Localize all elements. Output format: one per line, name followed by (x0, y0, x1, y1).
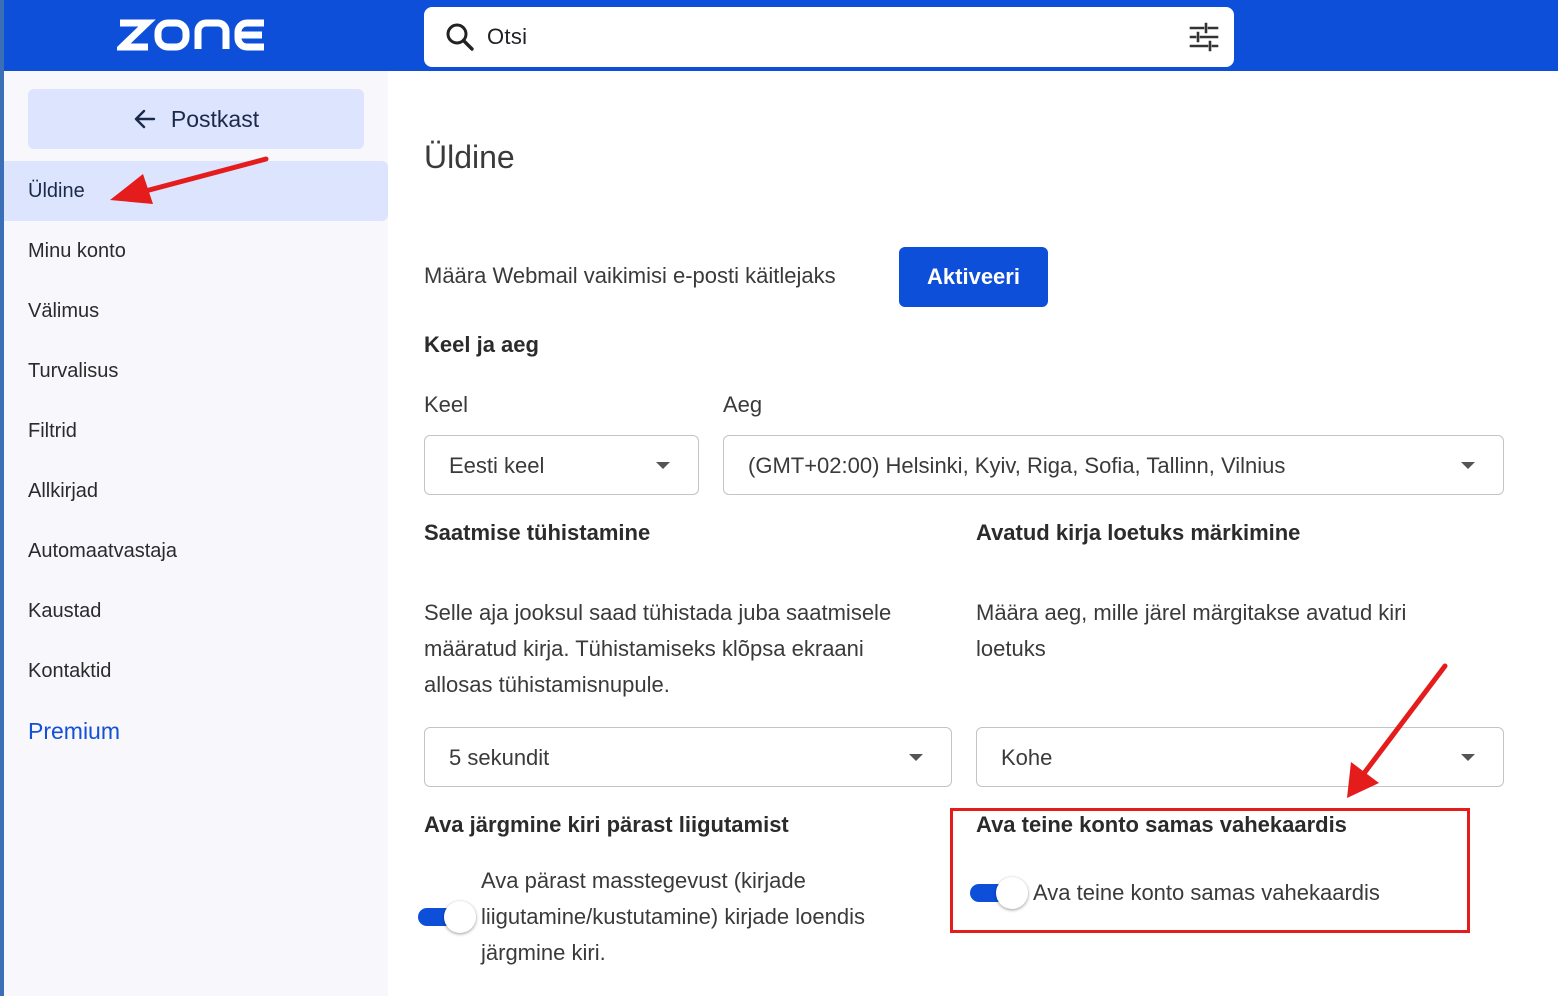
settings-sidebar: Postkast Üldine Minu konto Välimus Turva… (4, 71, 388, 996)
sidebar-item-general[interactable]: Üldine (4, 161, 388, 221)
sidebar-item-premium[interactable]: Premium (4, 701, 388, 761)
section-title-language-time: Keel ja aeg (424, 332, 539, 357)
search-bar[interactable]: Otsi (424, 7, 1234, 67)
timezone-select[interactable]: (GMT+02:00) Helsinki, Kyiv, Riga, Sofia,… (723, 435, 1504, 495)
arrow-left-icon (134, 109, 156, 129)
back-button-label: Postkast (170, 105, 260, 132)
annotation-highlight-box (950, 808, 1470, 933)
activate-button[interactable]: Aktiveeri (899, 247, 1048, 307)
sidebar-item-autoresponder[interactable]: Automaatvastaja (4, 521, 388, 581)
sidebar-item-my-account[interactable]: Minu konto (4, 221, 388, 281)
language-select-value: Eesti keel (449, 453, 545, 478)
mark-read-select[interactable]: Kohe (976, 727, 1504, 787)
section-title-mark-read: Avatud kirja loetuks märkimine (976, 520, 1301, 545)
section-title-next-mail: Ava järgmine kiri pärast liigutamist (424, 812, 789, 837)
top-bar: Otsi (4, 0, 1558, 71)
undo-send-select-value: 5 sekundit (449, 745, 550, 770)
search-icon[interactable] (444, 21, 476, 53)
language-select[interactable]: Eesti keel (424, 435, 699, 495)
caret-down-icon (1461, 462, 1475, 469)
undo-send-select[interactable]: 5 sekundit (424, 727, 952, 787)
back-to-inbox-button[interactable]: Postkast (28, 89, 364, 149)
timezone-label: Aeg (723, 392, 763, 417)
next-mail-toggle-label: Ava pärast masstegevust (kirjade liiguta… (481, 868, 865, 965)
section-title-undo-send: Saatmise tühistamine (424, 520, 651, 545)
caret-down-icon (656, 462, 670, 469)
sidebar-item-contacts[interactable]: Kontaktid (4, 641, 388, 701)
page-title: Üldine (424, 139, 515, 175)
mark-read-description: Määra aeg, mille järel märgitakse avatud… (976, 600, 1407, 661)
sidebar-item-filters[interactable]: Filtrid (4, 401, 388, 461)
sidebar-item-folders[interactable]: Kaustad (4, 581, 388, 641)
caret-down-icon (909, 754, 923, 761)
search-input[interactable]: Otsi (487, 24, 527, 50)
default-handler-text: Määra Webmail vaikimisi e-posti käitleja… (424, 263, 836, 288)
language-label: Keel (424, 392, 469, 417)
zone-logo[interactable] (117, 17, 267, 53)
next-mail-toggle[interactable] (418, 901, 476, 933)
sidebar-item-appearance[interactable]: Välimus (4, 281, 388, 341)
undo-send-description: Selle aja jooksul saad tühistada juba sa… (424, 600, 892, 697)
filter-settings-icon[interactable] (1188, 21, 1220, 53)
mark-read-select-value: Kohe (1001, 745, 1053, 770)
timezone-select-value: (GMT+02:00) Helsinki, Kyiv, Riga, Sofia,… (748, 453, 1286, 478)
sidebar-item-signatures[interactable]: Allkirjad (4, 461, 388, 521)
caret-down-icon (1461, 754, 1475, 761)
sidebar-item-security[interactable]: Turvalisus (4, 341, 388, 401)
